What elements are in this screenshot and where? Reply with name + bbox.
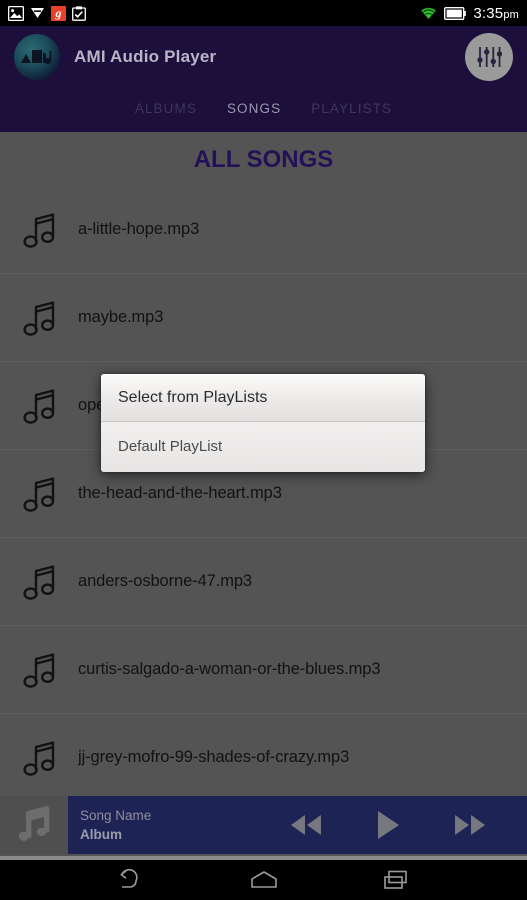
song-title: a-little-hope.mp3 — [78, 220, 200, 238]
dialog-title: Select from PlayLists — [101, 374, 425, 422]
song-title: anders-osborne-47.mp3 — [78, 572, 253, 590]
previous-button[interactable] — [289, 814, 323, 836]
fast-forward-icon — [455, 815, 485, 835]
system-navigation-bar — [0, 856, 527, 900]
tab-albums[interactable]: ALBUMS — [135, 101, 197, 116]
section-title: ALL SONGS — [193, 146, 334, 173]
app-bar-top-row: AMI Audio Player — [0, 26, 527, 88]
tab-songs[interactable]: SONGS — [227, 101, 281, 116]
tab-bar: ALBUMS SONGS PLAYLISTS — [0, 88, 527, 128]
clipboard-check-icon — [72, 5, 86, 21]
tab-playlists[interactable]: PLAYLISTS — [311, 101, 392, 116]
clock-time: 3:35 — [473, 4, 504, 22]
wifi-icon — [420, 7, 437, 20]
back-icon — [119, 869, 138, 888]
recents-icon — [383, 870, 407, 889]
song-list-item[interactable]: maybe.mp3 — [0, 274, 527, 362]
page-title: AMI Audio Player — [74, 47, 217, 66]
clock-ampm: pm — [503, 8, 519, 21]
music-note-icon — [16, 651, 66, 689]
rewind-icon — [291, 815, 321, 835]
song-list-item[interactable]: curtis-salgado-a-woman-or-the-blues.mp3 — [0, 626, 527, 714]
now-playing-song-name: Song Name — [80, 808, 152, 823]
battery-full-icon — [444, 6, 467, 20]
song-title: maybe.mp3 — [78, 308, 164, 326]
music-note-icon — [16, 563, 66, 601]
g-app-badge-icon: g — [51, 5, 66, 21]
song-title: curtis-salgado-a-woman-or-the-blues.mp3 — [78, 660, 381, 678]
equalizer-icon — [477, 47, 502, 67]
song-title: jj-grey-mofro-99-shades-of-crazy.mp3 — [78, 748, 350, 766]
music-note-icon — [16, 475, 66, 513]
song-title: the-head-and-the-heart.mp3 — [78, 484, 282, 502]
music-note-icon — [16, 299, 66, 337]
mini-player-bar: Song Name Album — [0, 796, 527, 854]
song-list-item[interactable]: anders-osborne-47.mp3 — [0, 538, 527, 626]
home-icon — [250, 871, 277, 888]
song-list-item[interactable]: a-little-hope.mp3 — [0, 186, 527, 274]
app-screen: g 3:35pm AMI Audio Player ALBUMS SONGS P… — [0, 0, 527, 900]
dialog-item-default-playlist[interactable]: Default PlayList — [101, 422, 425, 472]
now-playing-meta: Song Name Album — [80, 806, 230, 844]
player-controls — [289, 810, 527, 840]
recents-button[interactable] — [376, 867, 416, 893]
back-button[interactable] — [112, 867, 152, 893]
music-note-icon — [16, 211, 66, 249]
status-bar: g 3:35pm — [0, 0, 527, 26]
play-icon — [378, 811, 399, 839]
playlist-dialog: Select from PlayLists Default PlayList — [101, 374, 425, 472]
image-icon — [8, 5, 24, 21]
app-bar: AMI Audio Player ALBUMS SONGS PLAYLISTS — [0, 26, 527, 132]
album-art-thumbnail[interactable] — [0, 796, 68, 854]
status-bar-system-icons: 3:35pm — [420, 5, 519, 22]
home-button[interactable] — [244, 867, 284, 893]
status-bar-clock: 3:35pm — [473, 5, 519, 22]
music-note-icon — [16, 739, 66, 777]
equalizer-button[interactable] — [465, 33, 513, 81]
next-button[interactable] — [453, 814, 487, 836]
music-note-icon — [16, 387, 66, 425]
ami-logo-icon — [14, 34, 60, 80]
play-button[interactable] — [375, 810, 401, 840]
status-bar-notification-icons: g — [8, 5, 86, 21]
navbar-divider — [0, 856, 527, 860]
song-list-item[interactable]: jj-grey-mofro-99-shades-of-crazy.mp3 — [0, 714, 527, 796]
now-playing-album: Album — [80, 827, 122, 842]
music-note-icon — [18, 806, 50, 841]
download-chevron-icon — [31, 8, 44, 18]
